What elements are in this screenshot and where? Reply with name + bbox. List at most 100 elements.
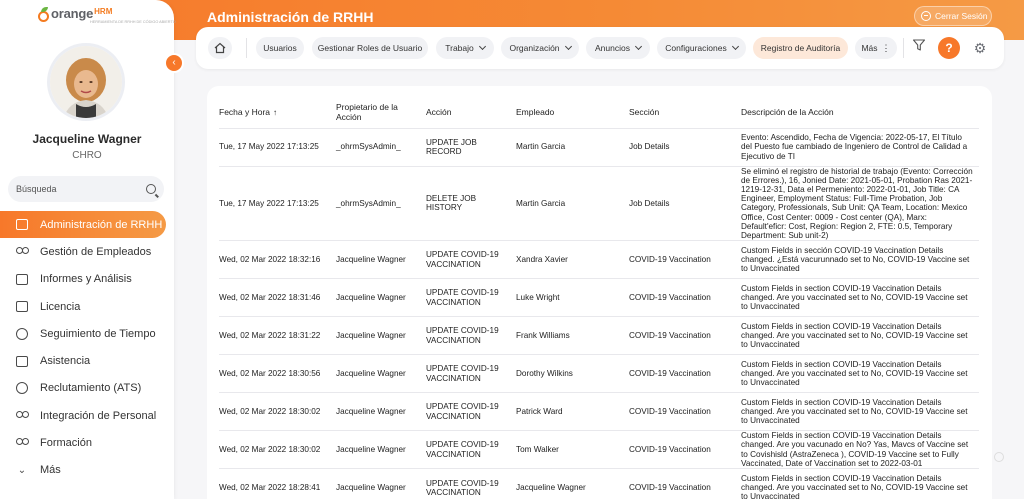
scroll-indicator (994, 452, 1004, 462)
sidebar-item-employees[interactable]: Gestión de Empleados (0, 238, 170, 265)
table-row: Tue, 17 May 2022 17:13:25 _ohrmSysAdmin_ D… (219, 165, 979, 241)
page-title: Administración de RRHH (207, 9, 374, 25)
chevron-down-icon (564, 42, 572, 51)
cell-date: Wed, 02 Mar 2022 18:31:46 (219, 278, 336, 317)
orangehrm-logo-icon (38, 7, 50, 22)
sidebar-item-leave[interactable]: Licencia (0, 293, 170, 320)
tab-anuncios[interactable]: Anuncios (586, 37, 650, 59)
sidebar-item-reports[interactable]: Informes y Análisis (0, 266, 170, 293)
sidebar-item-attendance[interactable]: Asistencia (0, 347, 170, 374)
onboarding-icon (14, 409, 30, 423)
tab-label: Usuarios (263, 43, 297, 53)
employees-icon (14, 245, 30, 259)
cell-description: Custom Fields in section COVID-19 Vaccin… (741, 392, 979, 431)
cell-employee: Luke Wright (516, 278, 629, 317)
cell-description: Custom Fields in sección COVID-19 Vaccin… (741, 240, 979, 279)
tab-label: Registro de Auditoría (760, 43, 841, 53)
audit-log-card: Fecha y Hora ↑ Propietario de la Acción A… (207, 86, 992, 499)
chevron-down-icon: ⌄ (17, 464, 27, 476)
chevron-down-icon (731, 42, 739, 51)
logo-suffix: HRM (94, 7, 113, 16)
cell-description: Custom Fields in section COVID-19 Vaccin… (741, 430, 979, 469)
logo-name: orange (51, 6, 94, 21)
search-input[interactable]: Búsqueda (8, 176, 164, 202)
tab-trabajo[interactable]: Trabajo (436, 37, 494, 59)
sidebar-item-onboarding[interactable]: Integración de Personal (0, 402, 170, 429)
cell-action: UPDATE COVID-19 VACCINATION (426, 354, 516, 393)
cell-employee: Tom Walker (516, 430, 629, 469)
cell-date: Wed, 02 Mar 2022 18:28:41 (219, 468, 336, 499)
cell-employee: Dorothy Wilkins (516, 354, 629, 393)
cell-action: UPDATE COVID-19 VACCINATION (426, 278, 516, 317)
column-header-date[interactable]: Fecha y Hora ↑ (219, 96, 336, 128)
cell-description: Se eliminó el registro de historial de t… (741, 165, 979, 241)
cell-description: Custom Fields in section COVID-19 Vaccin… (741, 316, 979, 355)
cell-employee: Xandra Xavier (516, 240, 629, 279)
cell-section: COVID-19 Vaccination (629, 468, 741, 499)
cell-owner: Jacqueline Wagner (336, 354, 426, 393)
training-icon (14, 436, 30, 450)
reports-icon (14, 272, 30, 286)
sidebar-item-label: Reclutamiento (ATS) (40, 382, 142, 395)
divider (903, 38, 904, 58)
table-row: Wed, 02 Mar 2022 18:31:46 Jacqueline Wagn… (219, 278, 979, 317)
help-button[interactable]: ? (938, 37, 960, 59)
chevron-down-icon (478, 42, 486, 51)
sidebar-item-more[interactable]: ⌄ Más (0, 457, 170, 484)
cell-owner: Jacqueline Wagner (336, 240, 426, 279)
logout-button[interactable]: Cerrar Sesión (914, 6, 992, 26)
cell-section: COVID-19 Vaccination (629, 278, 741, 317)
sidebar-item-label: Licencia (40, 300, 81, 313)
tab-configuraciones[interactable]: Configuraciones (657, 37, 746, 59)
home-button[interactable] (208, 37, 232, 59)
audit-log-table: Fecha y Hora ↑ Propietario de la Acción A… (219, 96, 979, 499)
table-row: Tue, 17 May 2022 17:13:25 _ohrmSysAdmin_ U… (219, 127, 979, 166)
tab-label: Configuraciones (665, 43, 727, 53)
cell-owner: Jacqueline Wagner (336, 392, 426, 431)
tab-label: Más (861, 43, 878, 53)
cell-date: Wed, 02 Mar 2022 18:30:02 (219, 430, 336, 469)
cell-date: Wed, 02 Mar 2022 18:31:22 (219, 316, 336, 355)
logo[interactable]: orange HRM HERRAMIENTA DE RRHH DE CÓDIGO… (38, 6, 176, 24)
cell-section: Job Details (629, 127, 741, 166)
user-role: CHRO (72, 150, 102, 161)
help-icon: ? (945, 41, 953, 55)
cell-section: COVID-19 Vaccination (629, 392, 741, 431)
search-icon[interactable] (146, 184, 156, 194)
column-header-description: Descripción de la Acción (741, 106, 834, 117)
sidebar-item-label: Gestión de Empleados (40, 245, 152, 258)
filter-icon[interactable] (912, 38, 926, 52)
gear-icon[interactable]: ⚙ (972, 40, 988, 56)
collapse-sidebar-button[interactable]: ‹ (166, 55, 182, 71)
recruitment-icon (14, 381, 30, 395)
top-nav-toolbar: Usuarios Gestionar Roles de Usuario Trab… (196, 27, 1004, 69)
sidebar-item-admin[interactable]: Administración de RRHH (0, 211, 166, 239)
table-row: Wed, 02 Mar 2022 18:31:22 Jacqueline Wagn… (219, 316, 979, 355)
sidebar-item-time[interactable]: Seguimiento de Tiempo (0, 320, 170, 347)
tab-usuarios[interactable]: Usuarios (256, 37, 304, 59)
tab-organizacion[interactable]: Organización (501, 37, 579, 59)
cell-action: UPDATE JOB RECORD (426, 127, 516, 166)
admin-icon (14, 218, 30, 232)
cell-action: DELETE JOB HISTORY (426, 165, 516, 241)
table-row: Wed, 02 Mar 2022 18:28:41 Jacqueline Wagn… (219, 468, 979, 499)
table-row: Wed, 02 Mar 2022 18:30:02 Jacqueline Wagn… (219, 430, 979, 469)
sidebar-item-training[interactable]: Formación (0, 429, 170, 456)
cell-description: Custom Fields in section COVID-19 Vaccin… (741, 354, 979, 393)
sidebar-item-label: Integración de Personal (40, 409, 157, 422)
cell-employee: Martin Garcia (516, 165, 629, 241)
sidebar-item-recruitment[interactable]: Reclutamiento (ATS) (0, 375, 170, 402)
column-header-section: Sección (629, 106, 660, 117)
user-name: Jacqueline Wagner (32, 132, 142, 146)
tab-more[interactable]: Más ⋮ (855, 37, 897, 59)
tab-label: Trabajo (445, 43, 474, 53)
cell-date: Wed, 02 Mar 2022 18:30:02 (219, 392, 336, 431)
table-row: Wed, 02 Mar 2022 18:30:56 Jacqueline Wagn… (219, 354, 979, 393)
tab-manage-user-roles[interactable]: Gestionar Roles de Usuario (312, 37, 428, 59)
leave-icon (14, 300, 30, 314)
tab-audit-log[interactable]: Registro de Auditoría (753, 37, 848, 59)
sort-asc-icon[interactable]: ↑ (273, 108, 277, 117)
avatar[interactable] (50, 46, 122, 118)
table-header-row: Fecha y Hora ↑ Propietario de la Acción A… (219, 96, 979, 128)
cell-employee: Martin Garcia (516, 127, 629, 166)
